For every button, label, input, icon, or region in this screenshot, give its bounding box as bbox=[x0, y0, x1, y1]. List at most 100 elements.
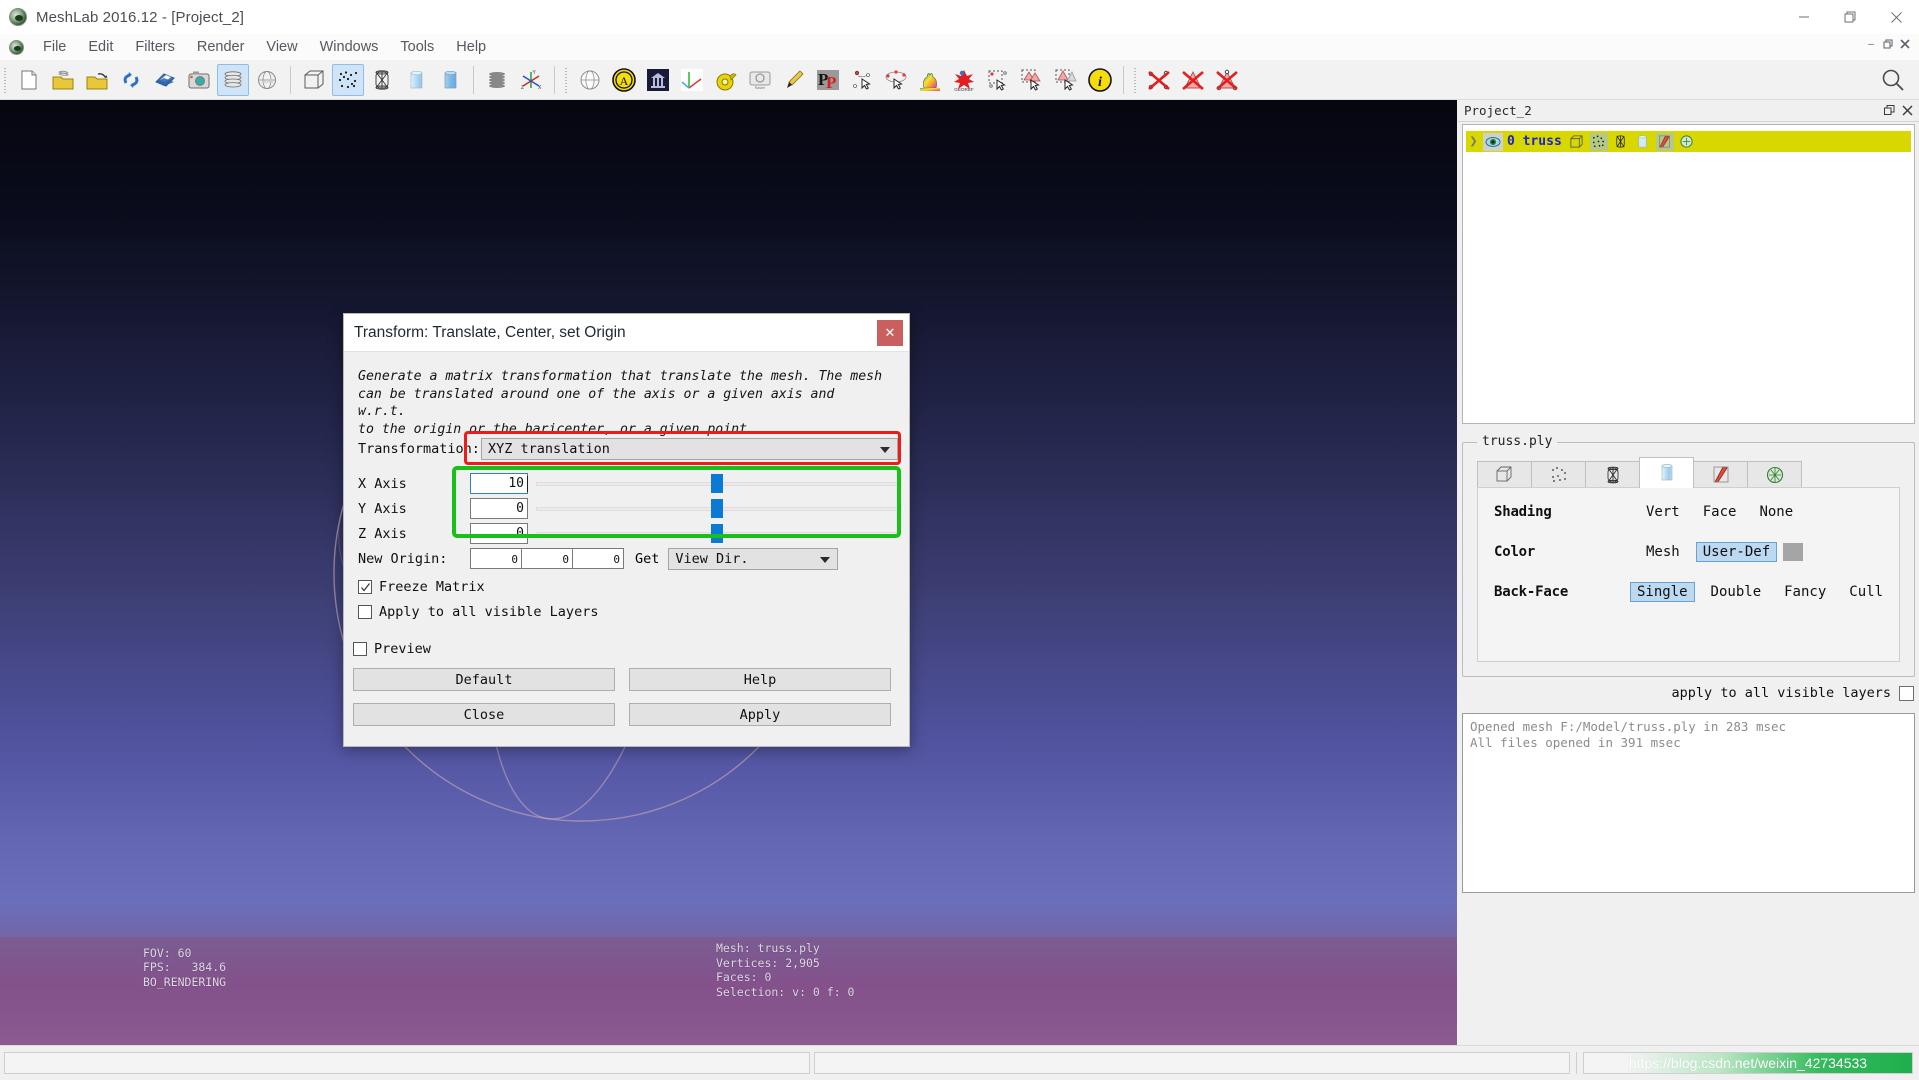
apply-all-visible-layers-row[interactable]: Apply to all visible Layers bbox=[358, 604, 598, 620]
select-connected-icon[interactable] bbox=[1050, 64, 1082, 96]
reload-icon[interactable] bbox=[115, 64, 147, 96]
tab-texture[interactable] bbox=[1747, 461, 1802, 488]
freeze-matrix-checkbox[interactable] bbox=[358, 580, 372, 594]
select-faces-icon[interactable] bbox=[1016, 64, 1048, 96]
tab-bounding-box[interactable] bbox=[1477, 461, 1532, 488]
search-icon[interactable] bbox=[1877, 64, 1909, 96]
menu-item-windows[interactable]: Windows bbox=[309, 36, 390, 58]
pick-points-icon[interactable] bbox=[846, 64, 878, 96]
z-axis-input[interactable]: 0 bbox=[470, 523, 528, 544]
save-mesh-icon[interactable] bbox=[149, 64, 181, 96]
menu-item-render[interactable]: Render bbox=[186, 36, 256, 58]
flat-lines-icon[interactable] bbox=[400, 64, 432, 96]
measure-tool-icon[interactable] bbox=[710, 64, 742, 96]
x-axis-slider-handle[interactable] bbox=[711, 474, 723, 493]
z-painting-icon[interactable] bbox=[642, 64, 674, 96]
new-origin-y-input[interactable]: 0 bbox=[521, 548, 573, 569]
shading-option-none[interactable]: None bbox=[1752, 502, 1800, 522]
toolbar-grip-2[interactable] bbox=[563, 65, 570, 94]
eye-icon[interactable] bbox=[1483, 132, 1503, 151]
open-mesh-icon[interactable] bbox=[81, 64, 113, 96]
flat-lines-icon[interactable] bbox=[1634, 133, 1652, 151]
color-option-user-def[interactable]: User-Def bbox=[1695, 541, 1778, 562]
back-face-option-double[interactable]: Double bbox=[1704, 582, 1769, 602]
texture-icon[interactable] bbox=[1678, 133, 1696, 151]
freeze-matrix-row[interactable]: Freeze Matrix bbox=[358, 579, 485, 595]
select-vertexes-icon[interactable] bbox=[880, 64, 912, 96]
help-button[interactable]: Help bbox=[629, 668, 891, 691]
mdi-minimize-button[interactable]: – bbox=[1863, 36, 1879, 52]
new-origin-x-input[interactable]: 0 bbox=[470, 548, 522, 569]
x-axis-input[interactable]: 10 bbox=[470, 473, 528, 494]
preview-row[interactable]: Preview bbox=[353, 641, 431, 657]
menu-item-edit[interactable]: Edit bbox=[77, 36, 124, 58]
apply-button[interactable]: Apply bbox=[629, 703, 891, 726]
raster-alignment-icon[interactable]: Raster bbox=[744, 64, 776, 96]
snapshot-icon[interactable] bbox=[183, 64, 215, 96]
layer-list[interactable]: ❯ 0 truss bbox=[1462, 124, 1915, 424]
y-axis-input[interactable]: 0 bbox=[470, 498, 528, 519]
select-vertex-rubber-icon[interactable] bbox=[982, 64, 1014, 96]
back-face-option-cull[interactable]: Cull bbox=[1842, 582, 1890, 602]
shading-option-vert[interactable]: Vert bbox=[1639, 502, 1687, 522]
georef-icon[interactable]: GEOREF bbox=[948, 64, 980, 96]
paint-brush-icon[interactable] bbox=[778, 64, 810, 96]
menu-item-tools[interactable]: Tools bbox=[389, 36, 445, 58]
quality-mapper-icon[interactable]: P P bbox=[812, 64, 844, 96]
back-face-option-single[interactable]: Single bbox=[1629, 581, 1695, 602]
wireframe-icon[interactable] bbox=[366, 64, 398, 96]
tab-wireframe[interactable] bbox=[1585, 461, 1640, 488]
points-icon[interactable] bbox=[1589, 132, 1608, 151]
layer-row-truss[interactable]: ❯ 0 truss bbox=[1466, 131, 1911, 152]
delete-vertices-icon[interactable] bbox=[1143, 64, 1175, 96]
window-close-button[interactable] bbox=[1873, 0, 1919, 34]
show-raster-layer-icon[interactable] bbox=[251, 64, 283, 96]
menu-item-file[interactable]: File bbox=[32, 36, 77, 58]
tab-solid[interactable] bbox=[1639, 457, 1694, 488]
color-option-mesh[interactable]: Mesh bbox=[1639, 542, 1687, 562]
align-icon[interactable]: A bbox=[608, 64, 640, 96]
float-panel-icon[interactable] bbox=[1882, 103, 1897, 118]
show-axis-icon[interactable]: Y X Z bbox=[515, 64, 547, 96]
shading-option-face[interactable]: Face bbox=[1696, 502, 1744, 522]
menu-item-help[interactable]: Help bbox=[445, 36, 497, 58]
z-axis-slider-handle[interactable] bbox=[711, 524, 723, 543]
texture-icon[interactable] bbox=[481, 64, 513, 96]
chevron-right-icon[interactable]: ❯ bbox=[1468, 136, 1479, 147]
smooth-icon[interactable] bbox=[1655, 132, 1674, 151]
delete-faces-icon[interactable] bbox=[1177, 64, 1209, 96]
default-button[interactable]: Default bbox=[353, 668, 615, 691]
tab-points[interactable] bbox=[1531, 461, 1586, 488]
window-minimize-button[interactable] bbox=[1781, 0, 1827, 34]
wireframe-icon[interactable] bbox=[1612, 133, 1630, 151]
manipulators-icon[interactable] bbox=[676, 64, 708, 96]
mdi-close-button[interactable] bbox=[1897, 36, 1913, 52]
z-axis-slider[interactable] bbox=[536, 523, 898, 544]
bounding-box-icon[interactable] bbox=[298, 64, 330, 96]
show-layer-dialog-icon[interactable] bbox=[217, 63, 249, 96]
get-combobox[interactable]: View Dir. bbox=[668, 547, 839, 570]
y-axis-slider[interactable] bbox=[536, 498, 898, 519]
apply-all-visible-layers-checkbox[interactable] bbox=[358, 605, 372, 619]
smooth-icon[interactable] bbox=[434, 64, 466, 96]
y-axis-slider-handle[interactable] bbox=[711, 499, 723, 518]
apply-to-all-visible-layers-checkbox[interactable] bbox=[1899, 685, 1914, 701]
points-icon[interactable] bbox=[332, 63, 364, 96]
get-info-icon[interactable]: i bbox=[1084, 64, 1116, 96]
x-axis-slider[interactable] bbox=[536, 473, 898, 494]
new-origin-z-input[interactable]: 0 bbox=[572, 548, 624, 569]
color-swatch[interactable] bbox=[1783, 542, 1804, 561]
transformation-combobox[interactable]: XYZ translation bbox=[481, 438, 898, 460]
new-project-icon[interactable] bbox=[13, 64, 45, 96]
delete-faces-and-vertices-icon[interactable] bbox=[1211, 64, 1243, 96]
bounding-box-icon[interactable] bbox=[1568, 133, 1586, 151]
open-project-icon[interactable] bbox=[47, 64, 79, 96]
toolbar-grip[interactable] bbox=[2, 65, 9, 94]
dialog-close-action-button[interactable]: Close bbox=[353, 703, 615, 726]
dialog-close-button[interactable]: ✕ bbox=[877, 320, 903, 346]
mdi-restore-button[interactable] bbox=[1880, 36, 1896, 52]
toolbar-grip-3[interactable] bbox=[1132, 65, 1139, 94]
menu-item-view[interactable]: View bbox=[255, 36, 308, 58]
close-panel-icon[interactable] bbox=[1900, 103, 1915, 118]
color-mapper-icon[interactable] bbox=[914, 64, 946, 96]
